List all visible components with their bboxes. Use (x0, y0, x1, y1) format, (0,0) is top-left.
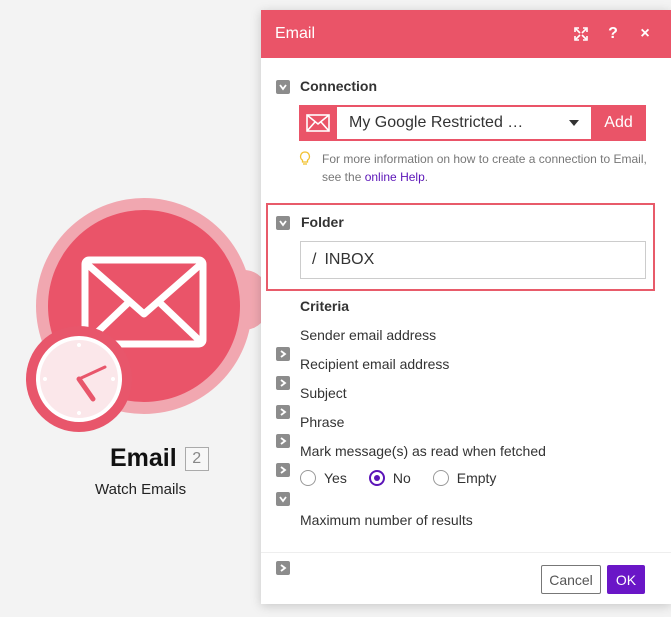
chevron-down-icon[interactable] (276, 80, 290, 94)
cancel-button[interactable]: Cancel (541, 565, 601, 594)
online-help-link[interactable]: online Help (365, 170, 425, 184)
radio-yes-label: Yes (324, 470, 347, 486)
ok-button[interactable]: OK (607, 565, 645, 594)
folder-value: INBOX (324, 251, 375, 268)
radio-yes-circle[interactable] (300, 470, 316, 486)
radio-no[interactable]: No (368, 470, 411, 486)
folder-label: Folder (301, 214, 344, 230)
chevron-down-icon[interactable] (276, 492, 290, 506)
criteria-label: Criteria (300, 298, 350, 314)
schedule-trigger[interactable] (26, 326, 132, 432)
mark-as-read-label: Mark message(s) as read when fetched (300, 443, 546, 459)
chevron-right-icon[interactable] (276, 463, 290, 477)
hint-text: For more information on how to create a … (301, 150, 651, 186)
hint-end: . (424, 170, 429, 184)
radio-no-circle[interactable] (368, 470, 385, 486)
radio-no-label: No (392, 470, 411, 486)
max-results-label[interactable]: Maximum number of results (300, 512, 473, 528)
dialog-footer: Cancel OK (261, 552, 671, 604)
help-icon[interactable]: ? (601, 22, 625, 46)
phrase-label[interactable]: Phrase (300, 414, 344, 430)
module-subtitle: Watch Emails (95, 481, 187, 498)
module-title-row: Email 2 (110, 444, 209, 473)
chevron-right-icon[interactable] (276, 347, 290, 361)
envelope-icon (299, 105, 337, 141)
chevron-right-icon[interactable] (276, 434, 290, 448)
module-title: Email (110, 444, 177, 472)
connection-label: Connection (300, 78, 377, 94)
dialog-title: Email (275, 25, 316, 42)
clock-icon (36, 336, 122, 422)
lightbulb-icon (299, 151, 311, 171)
folder-path-prefix: / (312, 251, 317, 268)
connection-control: My Google Restricted … Add (299, 105, 646, 141)
radio-yes[interactable]: Yes (300, 470, 347, 486)
subject-label[interactable]: Subject (300, 385, 347, 401)
recipient-email-label[interactable]: Recipient email address (300, 356, 449, 372)
connection-select[interactable]: My Google Restricted … (337, 107, 591, 139)
connection-hint: For more information on how to create a … (299, 150, 651, 186)
radio-empty-label: Empty (456, 470, 497, 486)
close-icon[interactable]: × (633, 22, 657, 46)
add-connection-button[interactable]: Add (591, 114, 646, 132)
chevron-right-icon[interactable] (276, 405, 290, 419)
caret-down-icon (569, 120, 579, 126)
mark-as-read-options: Yes No Empty (300, 470, 518, 486)
sender-email-label[interactable]: Sender email address (300, 327, 436, 343)
expand-icon[interactable] (569, 22, 593, 46)
chevron-right-icon[interactable] (276, 376, 290, 390)
chevron-down-icon[interactable] (276, 216, 290, 230)
radio-empty[interactable]: Empty (432, 470, 497, 486)
email-settings-dialog: Email ? × Connection My Google Restricte… (261, 10, 671, 604)
dialog-header: Email ? × (261, 10, 671, 58)
folder-input[interactable]: / INBOX (300, 241, 646, 279)
radio-empty-circle[interactable] (432, 470, 449, 486)
connection-selected-value: My Google Restricted … (349, 114, 524, 131)
dialog-body: Connection My Google Restricted … Add Fo… (261, 58, 671, 604)
module-id-badge: 2 (184, 446, 209, 471)
